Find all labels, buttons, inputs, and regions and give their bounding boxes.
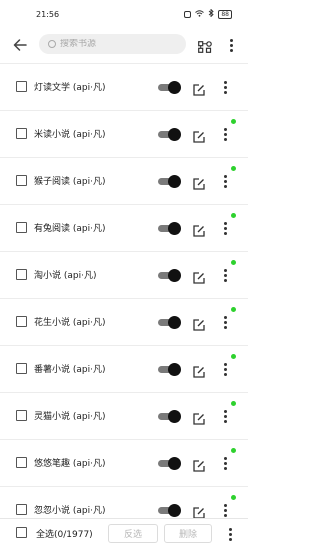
edit-icon[interactable] xyxy=(193,222,205,237)
bottom-more-icon[interactable] xyxy=(226,525,234,543)
search-box[interactable] xyxy=(39,34,186,54)
more-menu-icon[interactable] xyxy=(226,36,236,54)
enable-toggle[interactable] xyxy=(158,363,182,376)
edit-icon[interactable] xyxy=(193,504,205,518)
source-name: 米读小说 (api·凡) xyxy=(34,130,106,140)
list-item[interactable]: 悠悠笔趣 (api·凡) xyxy=(0,439,248,486)
source-name: 番薯小说 (api·凡) xyxy=(34,365,106,375)
edit-icon[interactable] xyxy=(193,363,205,378)
status-dot xyxy=(231,307,236,312)
edit-icon[interactable] xyxy=(193,269,205,284)
group-filter-icon[interactable] xyxy=(198,38,212,53)
list-item[interactable]: 有兔阅读 (api·凡) xyxy=(0,204,248,251)
enable-toggle[interactable] xyxy=(158,128,182,141)
status-dot xyxy=(231,354,236,359)
list-item[interactable]: 忽忽小说 (api·凡) xyxy=(0,486,248,518)
row-checkbox[interactable] xyxy=(16,222,27,233)
row-more-icon[interactable] xyxy=(221,125,229,143)
list-item[interactable]: 灵猫小说 (api·凡) xyxy=(0,392,248,439)
select-all-checkbox[interactable] xyxy=(16,527,27,538)
list-item[interactable]: 花生小说 (api·凡) xyxy=(0,298,248,345)
list-item[interactable]: 猴子阅读 (api·凡) xyxy=(0,157,248,204)
edit-icon[interactable] xyxy=(193,81,205,96)
source-name: 有兔阅读 (api·凡) xyxy=(34,224,106,234)
edit-icon[interactable] xyxy=(193,175,205,190)
row-checkbox[interactable] xyxy=(16,410,27,421)
status-time: 21:56 xyxy=(36,10,60,19)
list-item[interactable]: 米读小说 (api·凡) xyxy=(0,110,248,157)
row-checkbox[interactable] xyxy=(16,128,27,139)
source-name: 灯读文学 (api·凡) xyxy=(34,83,106,93)
source-name: 淘小说 (api·凡) xyxy=(34,271,97,281)
row-more-icon[interactable] xyxy=(221,266,229,284)
status-dot xyxy=(231,119,236,124)
alarm-icon xyxy=(184,10,192,18)
row-more-icon[interactable] xyxy=(221,501,229,518)
list-item[interactable]: 淘小说 (api·凡) xyxy=(0,251,248,298)
status-dot xyxy=(231,448,236,453)
status-bar: 21:56 88 xyxy=(0,0,248,28)
edit-icon[interactable] xyxy=(193,457,205,472)
invert-selection-button[interactable]: 反选 xyxy=(108,524,158,543)
back-arrow-icon[interactable] xyxy=(10,36,30,54)
row-more-icon[interactable] xyxy=(221,407,229,425)
list-item[interactable]: 灯读文学 (api·凡) xyxy=(0,63,248,110)
source-list: 灯读文学 (api·凡) 米读小说 (api·凡) 猴子阅读 (api·凡) 有… xyxy=(0,63,248,518)
edit-icon[interactable] xyxy=(193,128,205,143)
source-name: 灵猫小说 (api·凡) xyxy=(34,412,106,422)
status-dot xyxy=(231,401,236,406)
row-checkbox[interactable] xyxy=(16,504,27,515)
row-checkbox[interactable] xyxy=(16,269,27,280)
row-more-icon[interactable] xyxy=(221,454,229,472)
enable-toggle[interactable] xyxy=(158,316,182,329)
list-item[interactable]: 番薯小说 (api·凡) xyxy=(0,345,248,392)
source-name: 忽忽小说 (api·凡) xyxy=(34,506,106,516)
edit-icon[interactable] xyxy=(193,410,205,425)
enable-toggle[interactable] xyxy=(158,81,182,94)
search-input[interactable] xyxy=(60,39,170,49)
row-more-icon[interactable] xyxy=(221,172,229,190)
status-dot xyxy=(231,166,236,171)
bluetooth-icon xyxy=(208,8,215,19)
status-dot xyxy=(231,260,236,265)
source-name: 悠悠笔趣 (api·凡) xyxy=(34,459,106,469)
toolbar xyxy=(0,28,248,62)
row-more-icon[interactable] xyxy=(221,313,229,331)
enable-toggle[interactable] xyxy=(158,175,182,188)
bottom-action-bar: 全选(0/1977) 反选 删除 xyxy=(0,518,248,550)
enable-toggle[interactable] xyxy=(158,504,182,517)
status-icons: 88 xyxy=(184,8,232,19)
row-checkbox[interactable] xyxy=(16,457,27,468)
status-dot xyxy=(231,495,236,500)
source-name: 猴子阅读 (api·凡) xyxy=(34,177,106,187)
row-more-icon[interactable] xyxy=(221,78,229,96)
row-checkbox[interactable] xyxy=(16,363,27,374)
row-checkbox[interactable] xyxy=(16,175,27,186)
enable-toggle[interactable] xyxy=(158,410,182,423)
enable-toggle[interactable] xyxy=(158,269,182,282)
delete-button[interactable]: 删除 xyxy=(164,524,212,543)
source-name: 花生小说 (api·凡) xyxy=(34,318,106,328)
edit-icon[interactable] xyxy=(193,316,205,331)
battery-icon: 88 xyxy=(218,9,232,19)
enable-toggle[interactable] xyxy=(158,457,182,470)
row-checkbox[interactable] xyxy=(16,81,27,92)
enable-toggle[interactable] xyxy=(158,222,182,235)
row-checkbox[interactable] xyxy=(16,316,27,327)
row-more-icon[interactable] xyxy=(221,360,229,378)
select-all-label[interactable]: 全选(0/1977) xyxy=(36,527,93,540)
search-icon xyxy=(48,40,56,48)
status-dot xyxy=(231,213,236,218)
wifi-icon xyxy=(195,9,205,19)
row-more-icon[interactable] xyxy=(221,219,229,237)
